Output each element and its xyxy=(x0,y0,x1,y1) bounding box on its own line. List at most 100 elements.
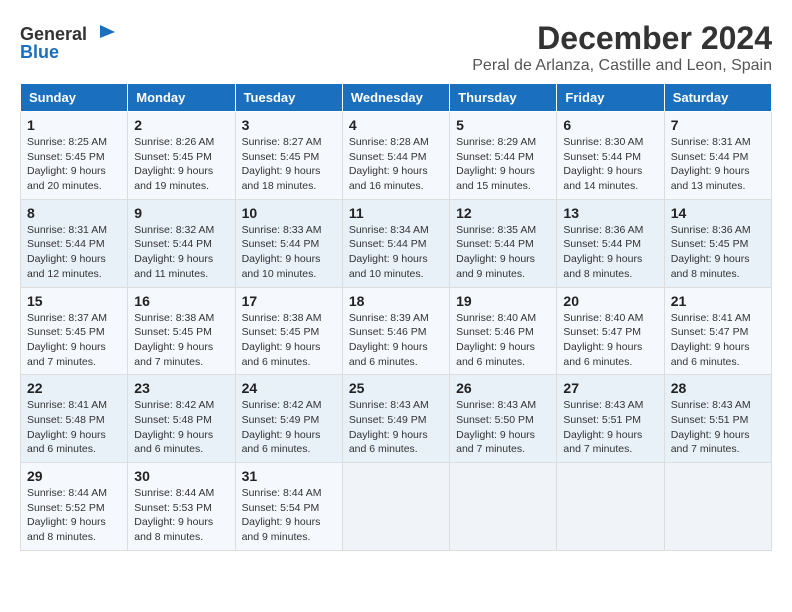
calendar-cell xyxy=(557,463,664,551)
calendar-table: SundayMondayTuesdayWednesdayThursdayFrid… xyxy=(20,83,772,551)
day-number: 22 xyxy=(27,380,121,396)
logo-general-text: General Blue xyxy=(20,20,120,65)
day-info: Sunrise: 8:43 AMSunset: 5:50 PMDaylight:… xyxy=(456,398,550,457)
day-info: Sunrise: 8:31 AMSunset: 5:44 PMDaylight:… xyxy=(27,223,121,282)
calendar-cell: 3 Sunrise: 8:27 AMSunset: 5:45 PMDaylight… xyxy=(235,112,342,200)
day-info: Sunrise: 8:38 AMSunset: 5:45 PMDaylight:… xyxy=(134,311,228,370)
day-info: Sunrise: 8:26 AMSunset: 5:45 PMDaylight:… xyxy=(134,135,228,194)
day-info: Sunrise: 8:35 AMSunset: 5:44 PMDaylight:… xyxy=(456,223,550,282)
day-number: 1 xyxy=(27,117,121,133)
day-info: Sunrise: 8:42 AMSunset: 5:49 PMDaylight:… xyxy=(242,398,336,457)
location-subtitle: Peral de Arlanza, Castille and Leon, Spa… xyxy=(472,57,772,75)
day-info: Sunrise: 8:44 AMSunset: 5:54 PMDaylight:… xyxy=(242,486,336,545)
day-number: 28 xyxy=(671,380,765,396)
calendar-cell xyxy=(342,463,449,551)
day-of-week-header: Friday xyxy=(557,84,664,112)
calendar-cell: 11 Sunrise: 8:34 AMSunset: 5:44 PMDayligh… xyxy=(342,199,449,287)
day-of-week-header: Monday xyxy=(128,84,235,112)
day-info: Sunrise: 8:27 AMSunset: 5:45 PMDaylight:… xyxy=(242,135,336,194)
calendar-cell: 7 Sunrise: 8:31 AMSunset: 5:44 PMDaylight… xyxy=(664,112,771,200)
day-number: 11 xyxy=(349,205,443,221)
month-year-title: December 2024 xyxy=(472,20,772,57)
calendar-cell: 21Sunrise: 8:41 AMSunset: 5:47 PMDayligh… xyxy=(664,287,771,375)
calendar-cell: 31 Sunrise: 8:44 AMSunset: 5:54 PMDayligh… xyxy=(235,463,342,551)
calendar-cell: 13 Sunrise: 8:36 AMSunset: 5:44 PMDayligh… xyxy=(557,199,664,287)
calendar-cell: 4 Sunrise: 8:28 AMSunset: 5:44 PMDaylight… xyxy=(342,112,449,200)
calendar-cell: 2 Sunrise: 8:26 AMSunset: 5:45 PMDaylight… xyxy=(128,112,235,200)
day-info: Sunrise: 8:40 AMSunset: 5:47 PMDaylight:… xyxy=(563,311,657,370)
day-number: 23 xyxy=(134,380,228,396)
day-of-week-header: Thursday xyxy=(450,84,557,112)
day-number: 26 xyxy=(456,380,550,396)
day-info: Sunrise: 8:34 AMSunset: 5:44 PMDaylight:… xyxy=(349,223,443,282)
day-of-week-header: Wednesday xyxy=(342,84,449,112)
calendar-cell: 1 Sunrise: 8:25 AMSunset: 5:45 PMDaylight… xyxy=(21,112,128,200)
calendar-cell: 27 Sunrise: 8:43 AMSunset: 5:51 PMDayligh… xyxy=(557,375,664,463)
day-number: 13 xyxy=(563,205,657,221)
day-info: Sunrise: 8:28 AMSunset: 5:44 PMDaylight:… xyxy=(349,135,443,194)
day-info: Sunrise: 8:43 AMSunset: 5:51 PMDaylight:… xyxy=(563,398,657,457)
day-number: 27 xyxy=(563,380,657,396)
calendar-cell: 19Sunrise: 8:40 AMSunset: 5:46 PMDayligh… xyxy=(450,287,557,375)
day-info: Sunrise: 8:30 AMSunset: 5:44 PMDaylight:… xyxy=(563,135,657,194)
day-info: Sunrise: 8:33 AMSunset: 5:44 PMDaylight:… xyxy=(242,223,336,282)
calendar-cell: 8 Sunrise: 8:31 AMSunset: 5:44 PMDaylight… xyxy=(21,199,128,287)
day-number: 31 xyxy=(242,468,336,484)
calendar-cell: 24 Sunrise: 8:42 AMSunset: 5:49 PMDayligh… xyxy=(235,375,342,463)
day-info: Sunrise: 8:44 AMSunset: 5:52 PMDaylight:… xyxy=(27,486,121,545)
calendar-cell xyxy=(450,463,557,551)
svg-text:Blue: Blue xyxy=(20,42,59,60)
day-number: 5 xyxy=(456,117,550,133)
day-info: Sunrise: 8:44 AMSunset: 5:53 PMDaylight:… xyxy=(134,486,228,545)
day-number: 24 xyxy=(242,380,336,396)
title-area: December 2024 Peral de Arlanza, Castille… xyxy=(472,20,772,75)
day-number: 10 xyxy=(242,205,336,221)
calendar-cell: 5 Sunrise: 8:29 AMSunset: 5:44 PMDaylight… xyxy=(450,112,557,200)
day-info: Sunrise: 8:31 AMSunset: 5:44 PMDaylight:… xyxy=(671,135,765,194)
day-of-week-header: Saturday xyxy=(664,84,771,112)
day-info: Sunrise: 8:37 AMSunset: 5:45 PMDaylight:… xyxy=(27,311,121,370)
day-number: 30 xyxy=(134,468,228,484)
calendar-cell: 26 Sunrise: 8:43 AMSunset: 5:50 PMDayligh… xyxy=(450,375,557,463)
day-info: Sunrise: 8:43 AMSunset: 5:51 PMDaylight:… xyxy=(671,398,765,457)
calendar-cell: 6Sunrise: 8:30 AMSunset: 5:44 PMDaylight… xyxy=(557,112,664,200)
calendar-cell: 14Sunrise: 8:36 AMSunset: 5:45 PMDayligh… xyxy=(664,199,771,287)
calendar-cell xyxy=(664,463,771,551)
calendar-cell: 9Sunrise: 8:32 AMSunset: 5:44 PMDaylight… xyxy=(128,199,235,287)
calendar-cell: 15 Sunrise: 8:37 AMSunset: 5:45 PMDayligh… xyxy=(21,287,128,375)
day-number: 4 xyxy=(349,117,443,133)
day-number: 9 xyxy=(134,205,228,221)
calendar-cell: 23Sunrise: 8:42 AMSunset: 5:48 PMDayligh… xyxy=(128,375,235,463)
day-info: Sunrise: 8:40 AMSunset: 5:46 PMDaylight:… xyxy=(456,311,550,370)
calendar-cell: 10 Sunrise: 8:33 AMSunset: 5:44 PMDayligh… xyxy=(235,199,342,287)
day-number: 16 xyxy=(134,293,228,309)
calendar-cell: 22 Sunrise: 8:41 AMSunset: 5:48 PMDayligh… xyxy=(21,375,128,463)
day-info: Sunrise: 8:36 AMSunset: 5:44 PMDaylight:… xyxy=(563,223,657,282)
calendar-cell: 12 Sunrise: 8:35 AMSunset: 5:44 PMDayligh… xyxy=(450,199,557,287)
calendar-cell: 29 Sunrise: 8:44 AMSunset: 5:52 PMDayligh… xyxy=(21,463,128,551)
day-number: 29 xyxy=(27,468,121,484)
logo: General Blue xyxy=(20,20,120,65)
page-header: General Blue December 2024 Peral de Arla… xyxy=(20,20,772,75)
day-info: Sunrise: 8:43 AMSunset: 5:49 PMDaylight:… xyxy=(349,398,443,457)
day-info: Sunrise: 8:29 AMSunset: 5:44 PMDaylight:… xyxy=(456,135,550,194)
calendar-cell: 16 Sunrise: 8:38 AMSunset: 5:45 PMDayligh… xyxy=(128,287,235,375)
day-number: 3 xyxy=(242,117,336,133)
day-number: 8 xyxy=(27,205,121,221)
day-number: 18 xyxy=(349,293,443,309)
day-info: Sunrise: 8:41 AMSunset: 5:48 PMDaylight:… xyxy=(27,398,121,457)
day-number: 15 xyxy=(27,293,121,309)
calendar-cell: 20 Sunrise: 8:40 AMSunset: 5:47 PMDayligh… xyxy=(557,287,664,375)
day-number: 20 xyxy=(563,293,657,309)
day-number: 12 xyxy=(456,205,550,221)
calendar-cell: 25 Sunrise: 8:43 AMSunset: 5:49 PMDayligh… xyxy=(342,375,449,463)
calendar-cell: 28 Sunrise: 8:43 AMSunset: 5:51 PMDayligh… xyxy=(664,375,771,463)
day-number: 2 xyxy=(134,117,228,133)
day-number: 7 xyxy=(671,117,765,133)
day-info: Sunrise: 8:25 AMSunset: 5:45 PMDaylight:… xyxy=(27,135,121,194)
day-of-week-header: Tuesday xyxy=(235,84,342,112)
calendar-cell: 17Sunrise: 8:38 AMSunset: 5:45 PMDayligh… xyxy=(235,287,342,375)
day-number: 21 xyxy=(671,293,765,309)
day-number: 25 xyxy=(349,380,443,396)
day-info: Sunrise: 8:39 AMSunset: 5:46 PMDaylight:… xyxy=(349,311,443,370)
